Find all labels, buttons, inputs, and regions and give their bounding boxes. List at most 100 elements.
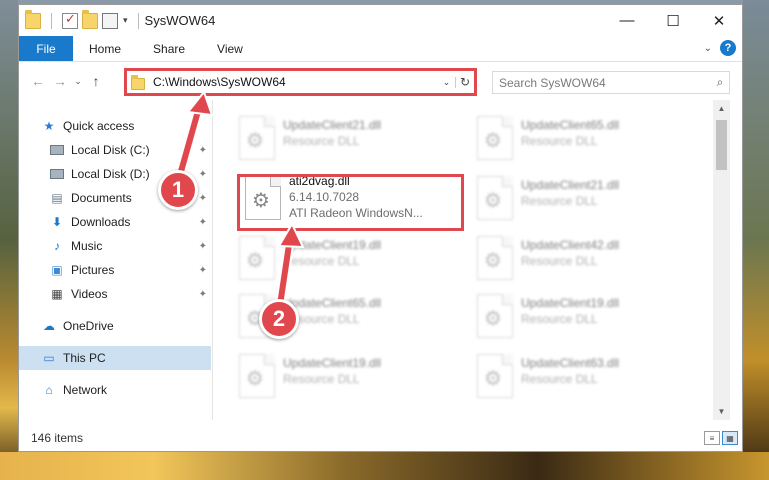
new-folder-icon[interactable]: [82, 9, 98, 29]
file-type: Resource DLL: [521, 134, 598, 148]
file-item[interactable]: ⚙ UpdateClient63.dll Resource DLL: [471, 350, 691, 406]
navigation-pane: ★ Quick access Local Disk (C:) ✦ Local D…: [19, 100, 213, 420]
recent-locations-button[interactable]: ⌄: [71, 76, 85, 87]
toolbar-divider: [137, 12, 139, 29]
file-name: UpdateClient42.dll: [521, 238, 620, 252]
desktop-background-bottom: [0, 452, 769, 480]
file-type: Resource DLL: [521, 312, 598, 326]
ribbon-right-controls: ⌄ ?: [704, 40, 736, 56]
sidebar-item-label: Local Disk (D:): [71, 167, 150, 181]
sidebar-item-this-pc[interactable]: ▭ This PC: [19, 346, 211, 370]
dll-file-icon: ⚙: [477, 116, 513, 160]
sidebar-item-downloads[interactable]: ⬇ Downloads ✦: [19, 210, 211, 234]
sidebar-item-label: OneDrive: [63, 319, 114, 333]
desktop-background-left: [0, 0, 18, 480]
scroll-up-icon[interactable]: ▲: [713, 100, 730, 117]
file-item[interactable]: ⚙ UpdateClient19.dll Resource DLL: [233, 350, 453, 406]
file-item[interactable]: ⚙ UpdateClient19.dll Resource DLL: [471, 290, 691, 346]
search-input[interactable]: Search SysWOW64 ⌕: [492, 71, 730, 94]
tab-home[interactable]: Home: [73, 36, 137, 61]
forward-button[interactable]: →: [49, 73, 71, 89]
sidebar-item-onedrive[interactable]: ☁ OneDrive: [19, 314, 211, 338]
address-bar[interactable]: C:\Windows\SysWOW64 ⌄ ↻: [124, 68, 477, 96]
details-view-icon[interactable]: ≡: [704, 431, 720, 445]
view-buttons: ≡ ▦: [704, 431, 738, 445]
scroll-down-icon[interactable]: ▼: [713, 403, 730, 420]
refresh-icon[interactable]: ↻: [456, 75, 474, 89]
sidebar-item-label: Quick access: [63, 119, 135, 133]
status-bar: 146 items ≡ ▦: [19, 427, 742, 449]
file-name: UpdateClient21.dll: [283, 118, 382, 132]
file-name: UpdateClient65.dll: [283, 296, 382, 310]
file-item[interactable]: ⚙ UpdateClient42.dll Resource DLL: [471, 232, 691, 288]
up-button[interactable]: ↑: [85, 73, 107, 89]
close-button[interactable]: ✕: [696, 5, 742, 36]
sidebar-item-label: Documents: [71, 191, 132, 205]
help-icon[interactable]: ?: [720, 40, 736, 56]
drive-icon: [49, 143, 65, 157]
pin-icon[interactable]: ✦: [199, 145, 207, 156]
toolbar-divider: [51, 12, 52, 29]
pin-icon[interactable]: ✦: [199, 193, 207, 204]
sidebar-item-music[interactable]: ♪ Music ✦: [19, 234, 211, 258]
tab-file[interactable]: File: [19, 36, 73, 61]
file-list: ⚙ UpdateClient21.dll Resource DLL ⚙ Updat…: [213, 100, 730, 420]
dll-file-icon: ⚙: [477, 354, 513, 398]
address-dropdown-icon[interactable]: ⌄: [438, 76, 456, 88]
tab-view[interactable]: View: [201, 36, 259, 61]
back-button[interactable]: ←: [27, 73, 49, 89]
file-type: Resource DLL: [283, 372, 360, 386]
file-item[interactable]: ⚙ UpdateClient65.dll Resource DLL: [471, 112, 691, 168]
title-bar: ▾ SysWOW64 — ☐ ✕: [19, 5, 742, 36]
qat-dropdown-icon[interactable]: ▾: [123, 15, 128, 26]
file-type: Resource DLL: [521, 194, 598, 208]
this-pc-icon: ▭: [43, 351, 55, 365]
pin-icon[interactable]: ✦: [199, 265, 207, 276]
search-icon[interactable]: ⌕: [711, 75, 729, 90]
dll-file-icon: ⚙: [477, 176, 513, 220]
file-type: Resource DLL: [283, 134, 360, 148]
sidebar-item-network[interactable]: ⌂ Network: [19, 378, 211, 402]
minimize-button[interactable]: —: [604, 5, 650, 36]
large-icons-view-icon[interactable]: ▦: [722, 431, 738, 445]
step-badge-2: 2: [259, 299, 299, 339]
search-placeholder: Search SysWOW64: [499, 75, 606, 90]
quick-access-toolbar: ▾: [19, 9, 145, 29]
pin-icon[interactable]: ✦: [199, 217, 207, 228]
properties-check-icon[interactable]: [62, 11, 78, 29]
sidebar-item-pictures[interactable]: ▣ Pictures ✦: [19, 258, 211, 282]
expand-ribbon-icon[interactable]: ⌄: [704, 43, 712, 54]
scroll-thumb[interactable]: [716, 120, 727, 170]
pin-icon[interactable]: ✦: [199, 289, 207, 300]
sidebar-item-label: Local Disk (C:): [71, 143, 150, 157]
step-badge-1: 1: [158, 170, 198, 210]
pin-icon[interactable]: ✦: [199, 169, 207, 180]
dll-file-icon: ⚙: [239, 116, 275, 160]
sidebar-item-local-disk-c[interactable]: Local Disk (C:) ✦: [19, 138, 211, 162]
customize-icon[interactable]: [102, 12, 118, 29]
vertical-scrollbar[interactable]: ▲ ▼: [713, 100, 730, 420]
tab-share[interactable]: Share: [137, 36, 201, 61]
file-item[interactable]: ⚙ UpdateClient21.dll Resource DLL: [233, 112, 453, 168]
folder-icon[interactable]: [25, 9, 41, 29]
file-item[interactable]: ⚙ UpdateClient21.dll Resource DLL: [471, 172, 691, 228]
drive-icon: [49, 167, 65, 181]
pin-icon[interactable]: ✦: [199, 241, 207, 252]
dll-file-icon: ⚙: [239, 354, 275, 398]
sidebar-item-quick-access[interactable]: ★ Quick access: [19, 114, 211, 138]
onedrive-icon: ☁: [43, 319, 55, 333]
sidebar-item-label: Downloads: [71, 215, 131, 229]
file-name: UpdateClient65.dll: [521, 118, 620, 132]
window-controls: — ☐ ✕: [604, 5, 742, 36]
dll-file-icon: ⚙: [477, 236, 513, 280]
file-type: Resource DLL: [521, 372, 598, 386]
address-row: ← → ⌄ ↑ C:\Windows\SysWOW64 ⌄ ↻ Search S…: [19, 62, 742, 100]
highlight-box: [237, 174, 464, 231]
address-path[interactable]: C:\Windows\SysWOW64: [153, 75, 438, 89]
maximize-button[interactable]: ☐: [650, 5, 696, 36]
file-name: UpdateClient19.dll: [283, 238, 382, 252]
file-item[interactable]: ⚙ UpdateClient19.dll Resource DLL: [233, 232, 453, 288]
file-name: UpdateClient19.dll: [283, 356, 382, 370]
dll-file-icon: ⚙: [477, 294, 513, 338]
sidebar-item-videos[interactable]: ▦ Videos ✦: [19, 282, 211, 306]
